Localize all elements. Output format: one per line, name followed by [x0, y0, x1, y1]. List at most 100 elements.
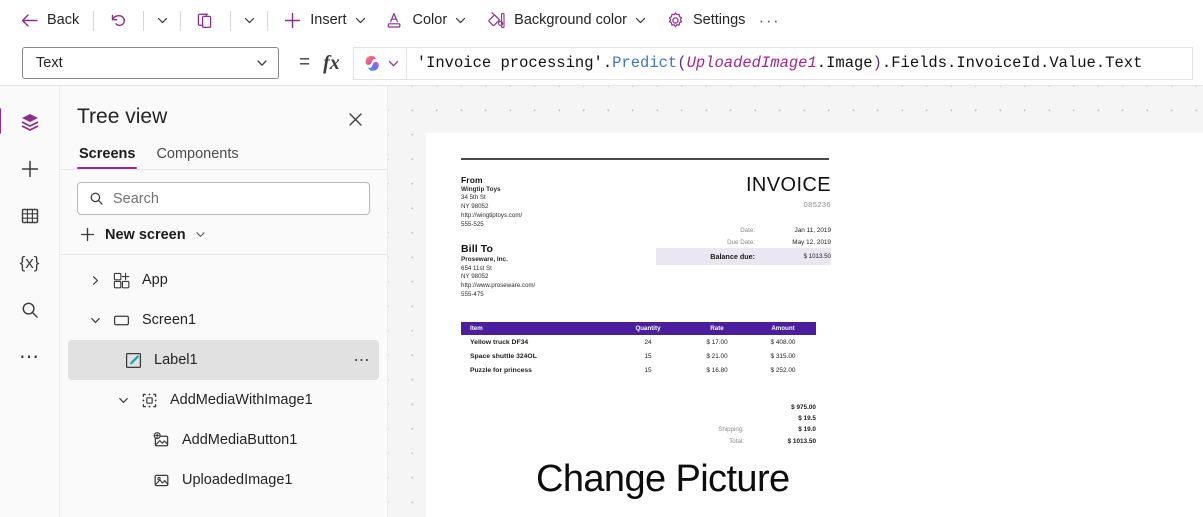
from-line: NY 98052 — [461, 203, 489, 211]
meta-key: Due Date: — [727, 238, 755, 246]
formula-token-close-paren: ) — [872, 54, 882, 72]
cell-amount: $ 252.00 — [770, 366, 796, 374]
tree-node-uploadedimage1[interactable]: UploadedImage1 — [68, 460, 379, 500]
cell-rate: $ 16.80 — [706, 366, 728, 374]
app-canvas[interactable]: From Wingtip Toys 34 5th St NY 98052 htt… — [388, 86, 1203, 517]
totals-value: $ 19.0 — [798, 426, 816, 434]
meta-key: Date: — [740, 226, 755, 234]
undo-button[interactable] — [99, 5, 138, 37]
invoice-totals: $ 975.00 $ 19.5 Shipping: $ 19.0 Total: — [461, 401, 816, 447]
meta-key: Balance due: — [710, 252, 755, 261]
color-button[interactable]: Color — [376, 5, 477, 37]
tree-view-panel: Tree view Screens Components Search New … — [60, 86, 388, 517]
font-color-icon — [385, 10, 406, 31]
new-screen-button[interactable]: New screen — [60, 215, 387, 254]
search-container: Search — [60, 170, 387, 215]
copilot-button[interactable] — [352, 46, 406, 80]
table-row: Puzzle for princess 15 $ 16.80 $ 252.00 — [461, 363, 816, 377]
more-icon: ⋯ — [19, 345, 40, 368]
color-label: Color — [412, 12, 448, 29]
change-picture-button[interactable]: Change Picture — [536, 458, 790, 501]
bill-to-line: Proseware, Inc. — [461, 256, 508, 264]
command-bar: Back Insert Color Background color Setti… — [0, 0, 1203, 41]
copilot-icon — [361, 53, 384, 74]
search-icon — [19, 299, 41, 321]
property-selector[interactable]: Text — [22, 47, 279, 79]
totals-row: Total: $ 1013.50 — [461, 436, 816, 447]
table-row: Yellow truck DF34 24 $ 17.00 $ 408.00 — [461, 335, 816, 349]
cell-amount: $ 408.00 — [770, 338, 796, 346]
tree-node-label1[interactable]: Label1 ⋯ — [68, 340, 379, 380]
cell-rate: $ 17.00 — [706, 338, 728, 346]
tree-node-label: AddMediaButton1 — [182, 432, 298, 448]
paste-dropdown[interactable] — [236, 5, 262, 37]
bill-to-line: http://www.proseware.com/ — [461, 282, 536, 290]
tree-node-addmediabutton1[interactable]: AddMediaButton1 — [68, 420, 379, 460]
formula-input[interactable]: 'Invoice processing'. Predict(UploadedIma… — [405, 46, 1193, 80]
tree-node-label: Screen1 — [142, 312, 197, 328]
tree-node-label: App — [142, 272, 168, 288]
left-icon-rail: {x} ⋯ — [0, 86, 60, 517]
paste-button[interactable] — [186, 5, 225, 37]
table-icon — [19, 205, 41, 227]
arrow-left-icon — [19, 10, 40, 31]
rail-item-more[interactable]: ⋯ — [8, 333, 52, 380]
settings-label: Settings — [693, 12, 746, 29]
chevron-down-icon — [156, 14, 169, 27]
tree-node-list: App Screen1 Label1 ⋯ AddMediaWithImage1 … — [60, 255, 387, 517]
totals-value: $ 19.5 — [798, 415, 816, 422]
formula-token-dot: . — [602, 54, 613, 72]
chevron-down-icon — [354, 14, 367, 27]
totals-row: $ 975.00 — [461, 401, 816, 412]
rail-item-tree-view[interactable] — [0, 98, 52, 145]
from-line: 555-525 — [461, 221, 484, 229]
twisty-expanded-icon[interactable] — [82, 315, 108, 326]
tree-node-addmediawithimage1[interactable]: AddMediaWithImage1 — [68, 380, 379, 420]
tree-view-tabs: Screens Components — [60, 133, 387, 169]
chevron-down-icon — [634, 14, 647, 27]
meta-value: May 12, 2019 — [792, 238, 831, 246]
close-icon — [348, 112, 362, 126]
bill-to-title: Bill To — [461, 243, 493, 256]
tree-node-app[interactable]: App — [68, 260, 379, 300]
overflow-menu-button[interactable]: ··· — [754, 6, 784, 36]
twisty-collapsed-icon[interactable] — [82, 275, 108, 286]
bill-to-line: NY 98052 — [461, 273, 489, 281]
cell-item: Yellow truck DF34 — [470, 338, 529, 346]
totals-row: $ 19.5 — [461, 413, 816, 424]
invoice-top-rule — [461, 158, 829, 160]
formula-token-image-prop: .Image — [816, 54, 873, 72]
tree-node-screen1[interactable]: Screen1 — [68, 300, 379, 340]
rail-item-data[interactable] — [8, 192, 52, 239]
meta-value: $ 1013.50 — [803, 253, 831, 260]
studio-body: {x} ⋯ Tree view Screens Components Searc… — [0, 86, 1203, 517]
tree-node-context-menu-button[interactable]: ⋯ — [354, 350, 372, 370]
divider — [143, 10, 145, 31]
tab-screens[interactable]: Screens — [77, 143, 138, 169]
variables-icon: {x} — [19, 253, 40, 272]
insert-button[interactable]: Insert — [273, 5, 375, 37]
undo-dropdown[interactable] — [149, 5, 175, 37]
column-header-item: Item — [470, 325, 483, 333]
tab-components[interactable]: Components — [154, 143, 240, 169]
invoice-document: From Wingtip Toys 34 5th St NY 98052 htt… — [461, 158, 831, 447]
divider — [180, 10, 182, 31]
twisty-expanded-icon[interactable] — [110, 395, 136, 406]
cell-quantity: 15 — [644, 352, 652, 360]
cell-rate: $ 21.00 — [706, 352, 728, 360]
search-input[interactable]: Search — [77, 182, 370, 215]
invoice-summary: INVOICE 085236 Date: Jan 11, 2019 Due Da… — [656, 175, 831, 300]
rail-item-variables[interactable]: {x} — [8, 239, 52, 286]
rail-item-search[interactable] — [8, 286, 52, 333]
paint-bucket-icon — [485, 10, 507, 31]
background-color-button[interactable]: Background color — [476, 5, 656, 37]
cell-quantity: 15 — [644, 366, 652, 374]
settings-button[interactable]: Settings — [656, 5, 754, 37]
rail-item-insert[interactable] — [8, 145, 52, 192]
invoice-meta: Date: Jan 11, 2019 Due Date: May 12, 201… — [656, 224, 831, 265]
meta-value: Jan 11, 2019 — [794, 226, 831, 234]
close-button[interactable] — [341, 105, 369, 133]
layers-icon — [19, 111, 41, 133]
back-button[interactable]: Back — [10, 5, 88, 37]
screen-surface[interactable]: From Wingtip Toys 34 5th St NY 98052 htt… — [426, 133, 1203, 517]
